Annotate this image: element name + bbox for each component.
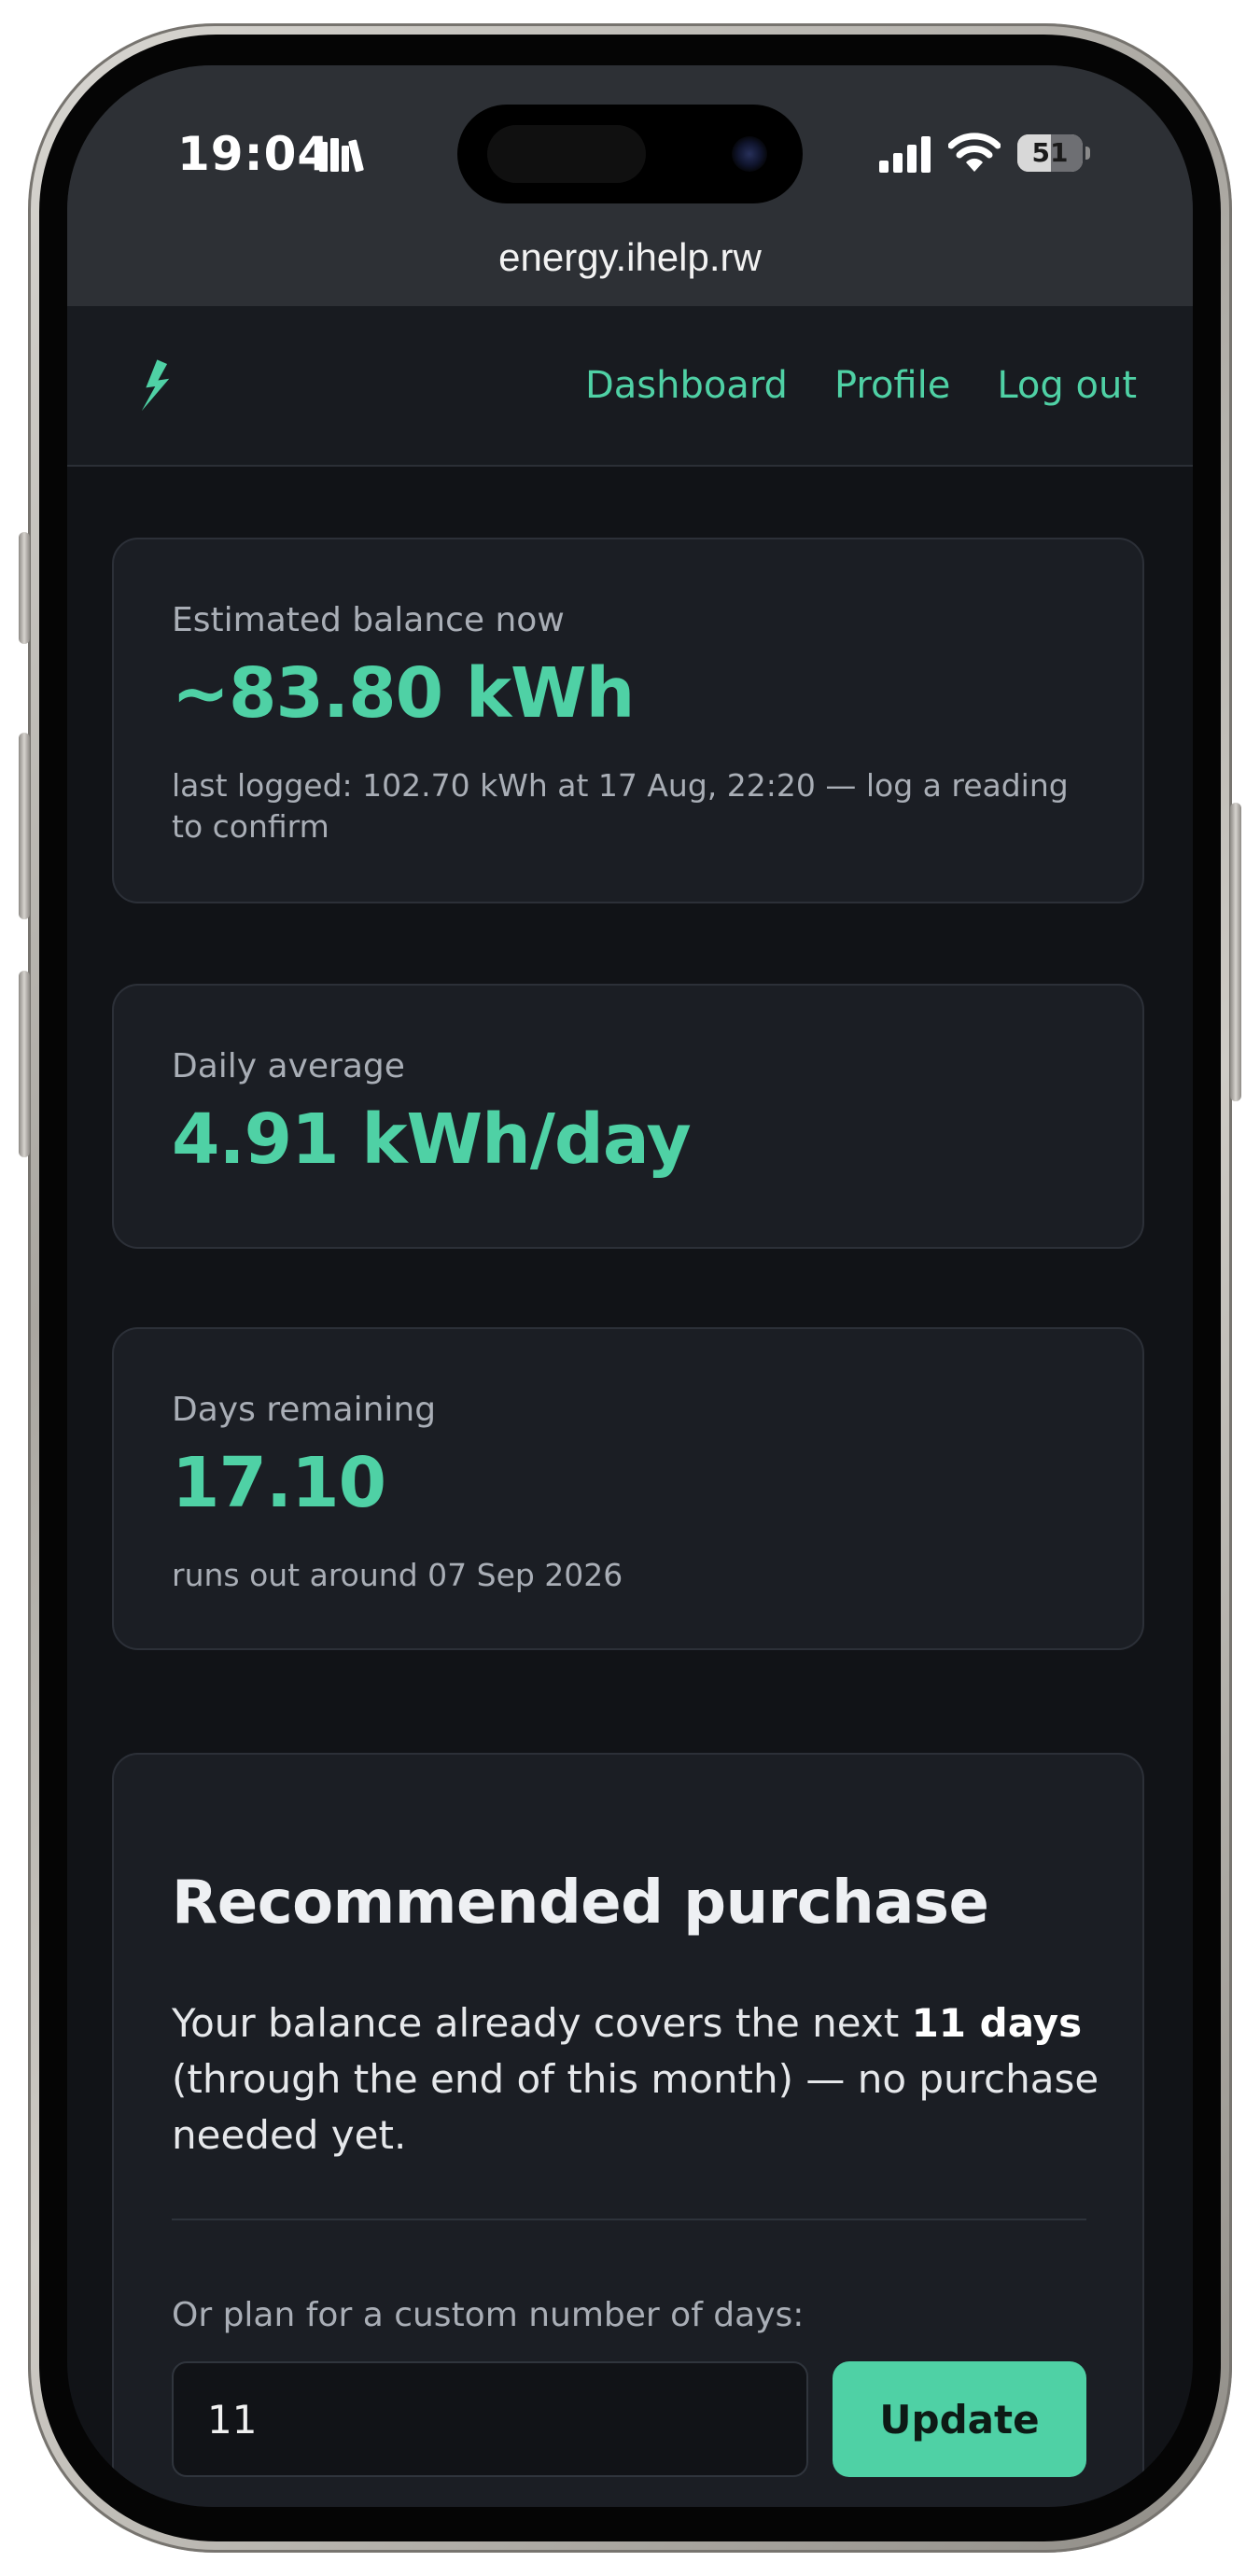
days-remaining-value: 17.10: [172, 1443, 386, 1523]
custom-days-label: Or plan for a custom number of days:: [172, 2296, 805, 2334]
wifi-icon: [948, 133, 1001, 172]
daily-average-value: 4.91 kWh/day: [172, 1099, 692, 1180]
volume-up-button: [19, 733, 30, 919]
nav-link-profile[interactable]: Profile: [834, 364, 950, 407]
power-button: [1230, 803, 1241, 1101]
days-remaining-card: Days remaining 17.10 runs out around 07 …: [112, 1327, 1144, 1650]
island-sensor: [487, 125, 646, 183]
camera-icon: [732, 136, 767, 172]
daily-average-card: Daily average 4.91 kWh/day: [112, 984, 1144, 1249]
battery-icon: 51: [1017, 134, 1090, 172]
recommendation-days-bold: 11 days: [911, 2000, 1083, 2046]
update-button[interactable]: Update: [833, 2361, 1086, 2477]
dynamic-island: [457, 105, 803, 203]
volume-down-button: [19, 971, 30, 1157]
nav-link-log-out[interactable]: Log out: [997, 364, 1137, 407]
recommendation-text-start: Your balance already covers the next: [172, 2000, 912, 2046]
custom-days-input[interactable]: [172, 2361, 808, 2477]
battery-body: 51: [1017, 134, 1083, 172]
lightning-logo-icon[interactable]: [129, 358, 181, 411]
daily-average-label: Daily average: [172, 1047, 405, 1085]
balance-note: last logged: 102.70 kWh at 17 Aug, 22:20…: [172, 767, 1069, 845]
balance-value: ~83.80 kWh: [172, 653, 635, 734]
browser-chrome: 19:04 51 energy.ihelp.rw: [67, 65, 1193, 306]
recommendation-text-end: (through the end of this month) — no pur…: [172, 2056, 1099, 2158]
runs-out-note: runs out around 07 Sep 2026: [172, 1557, 623, 1593]
cellular-signal-icon: [879, 136, 931, 173]
address-bar-url[interactable]: energy.ihelp.rw: [67, 235, 1193, 280]
site-navbar: Dashboard Profile Log out: [67, 306, 1193, 467]
balance-card: Estimated balance now ~83.80 kWh last lo…: [112, 538, 1144, 903]
nav-links: Dashboard Profile Log out: [585, 306, 1137, 465]
battery-cap: [1085, 147, 1090, 160]
section-divider: [172, 2219, 1086, 2220]
balance-label: Estimated balance now: [172, 601, 565, 639]
recommendation-card: Recommended purchase Your balance alread…: [112, 1753, 1144, 2507]
action-button: [19, 532, 30, 644]
battery-percent: 51: [1031, 137, 1069, 168]
phone-screen: 19:04 51 energy.ihelp.rw Dashboard Profi…: [67, 65, 1193, 2507]
recommendation-title: Recommended purchase: [172, 1869, 989, 1938]
recommendation-text: Your balance already covers the next 11 …: [172, 1995, 1105, 2163]
status-time: 19:04: [177, 127, 331, 181]
books-icon: [319, 138, 364, 173]
nav-link-dashboard[interactable]: Dashboard: [585, 364, 788, 407]
days-remaining-label: Days remaining: [172, 1391, 437, 1429]
